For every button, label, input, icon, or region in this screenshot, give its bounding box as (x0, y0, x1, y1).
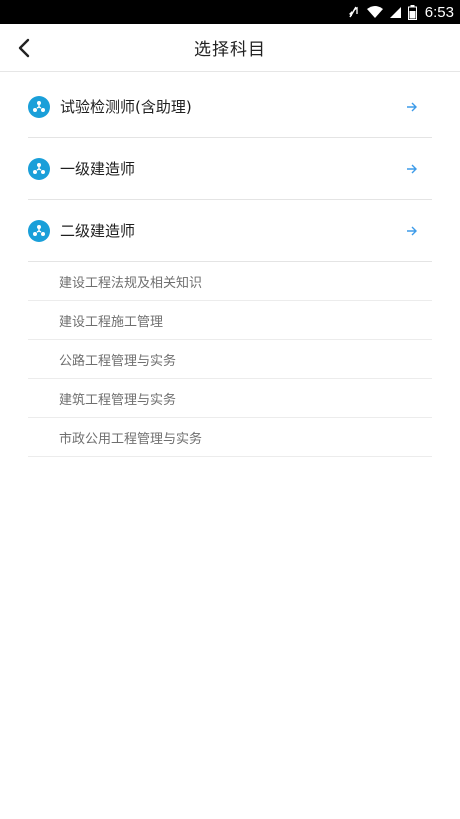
category-label: 一级建造师 (60, 160, 136, 178)
subject-list: 试验检测师(含助理) 一级建造师 二级建造师 建设工程法规及相关知识 建设工程施… (28, 76, 432, 457)
subject-item[interactable]: 建设工程法规及相关知识 (28, 262, 432, 301)
category-label: 试验检测师(含助理) (60, 98, 192, 116)
subject-item[interactable]: 公路工程管理与实务 (28, 340, 432, 379)
arrow-right-icon (404, 99, 420, 115)
subject-label: 公路工程管理与实务 (59, 353, 177, 369)
category-icon (28, 219, 50, 242)
status-time: 6:53 (424, 3, 454, 21)
app-bar: 选择科目 (0, 24, 460, 72)
mute-icon (346, 5, 360, 19)
subject-item[interactable]: 市政公用工程管理与实务 (28, 418, 432, 457)
category-icon (28, 157, 50, 180)
subject-label: 建设工程法规及相关知识 (59, 275, 203, 291)
category-item-first-class-constructor[interactable]: 一级建造师 (28, 138, 432, 200)
back-arrow-icon (18, 38, 30, 58)
category-icon (28, 95, 50, 118)
battery-icon (407, 4, 417, 20)
page-title: 选择科目 (194, 40, 266, 60)
subject-label: 建筑工程管理与实务 (59, 392, 177, 408)
arrow-right-icon (404, 161, 420, 177)
category-item-second-class-constructor[interactable]: 二级建造师 (28, 200, 432, 262)
subject-item[interactable]: 建设工程施工管理 (28, 301, 432, 340)
subject-label: 建设工程施工管理 (59, 314, 164, 330)
wifi-icon (366, 5, 384, 19)
category-label: 二级建造师 (60, 222, 136, 240)
category-item-test-engineer[interactable]: 试验检测师(含助理) (28, 76, 432, 138)
signal-icon (389, 5, 402, 19)
back-button[interactable] (12, 36, 36, 60)
subject-item[interactable]: 建筑工程管理与实务 (28, 379, 432, 418)
status-bar: 6:53 (0, 0, 460, 24)
subject-label: 市政公用工程管理与实务 (59, 431, 203, 447)
arrow-right-icon (404, 223, 420, 239)
